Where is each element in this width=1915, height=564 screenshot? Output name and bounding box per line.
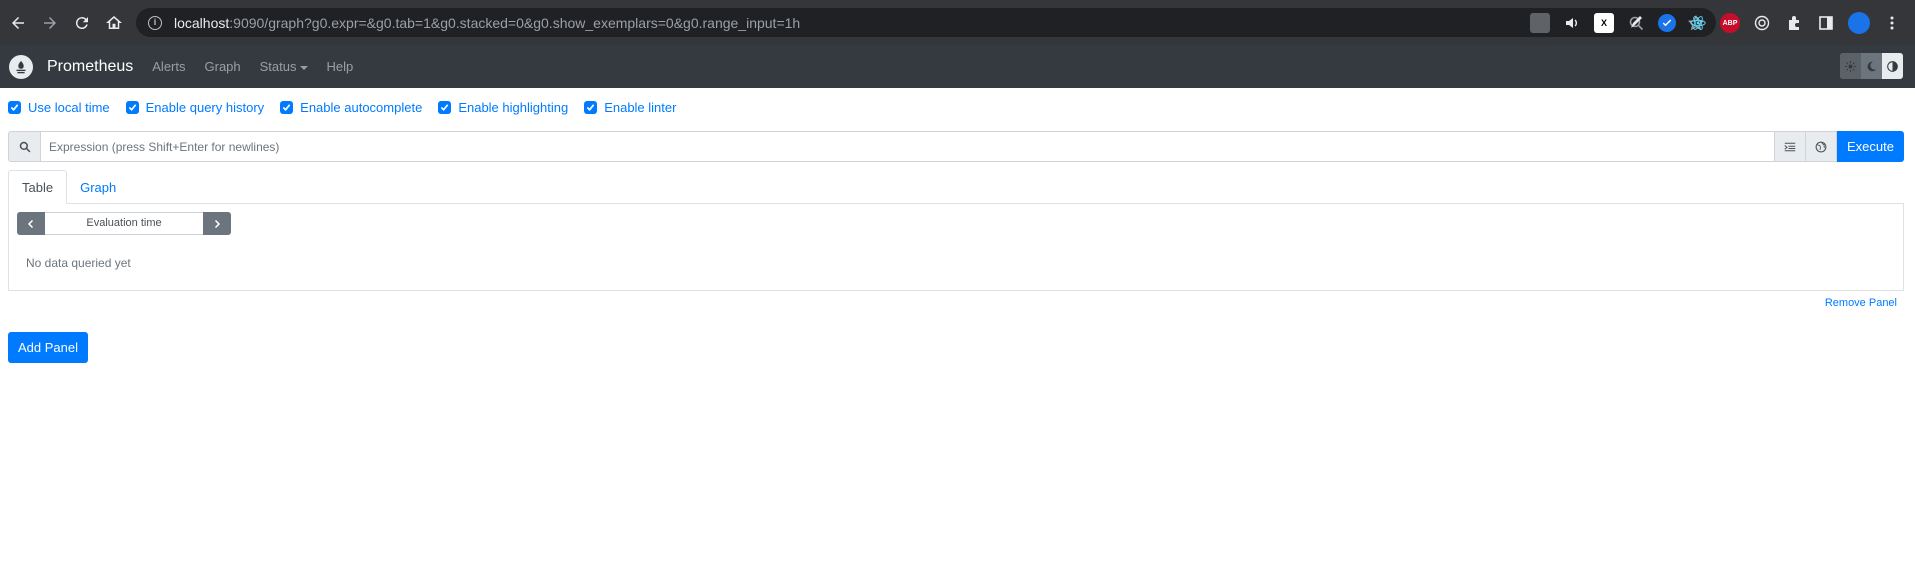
extension-x-icon[interactable]: X: [1594, 13, 1614, 33]
moon-icon[interactable]: [1861, 53, 1882, 79]
nav-help[interactable]: Help: [327, 59, 354, 74]
chevron-right-icon: [214, 219, 221, 228]
evaluation-time-input[interactable]: Evaluation time: [45, 212, 203, 235]
expression-input[interactable]: [41, 131, 1775, 162]
profile-avatar[interactable]: [1848, 12, 1870, 34]
globe-button[interactable]: [1806, 131, 1837, 162]
check-extension-icon[interactable]: [1658, 14, 1676, 32]
brand-title[interactable]: Prometheus: [47, 58, 133, 76]
kebab-menu-icon[interactable]: [1882, 13, 1902, 33]
remove-panel-link[interactable]: Remove Panel: [1825, 297, 1897, 309]
no-data-message: No data queried yet: [26, 256, 131, 270]
sun-icon[interactable]: [1840, 53, 1861, 79]
pen-icon[interactable]: [1626, 13, 1646, 33]
info-icon[interactable]: i: [148, 15, 162, 30]
arrow-right-icon: [44, 16, 56, 29]
option-label[interactable]: Enable linter: [604, 100, 676, 115]
previous-time-button[interactable]: [17, 212, 45, 235]
speaker-icon[interactable]: [1562, 13, 1582, 33]
url-text[interactable]: localhost:9090/graph?g0.expr=&g0.tab=1&g…: [174, 15, 800, 31]
browser-toolbar: i localhost:9090/graph?g0.expr=&g0.tab=1…: [0, 0, 1915, 45]
forward-button[interactable]: [36, 9, 64, 37]
option-label[interactable]: Enable autocomplete: [300, 100, 422, 115]
puzzle-icon[interactable]: [1784, 13, 1804, 33]
target-extension-icon[interactable]: [1752, 13, 1772, 33]
nav-graph[interactable]: Graph: [205, 59, 241, 74]
expression-row: Execute: [8, 131, 1904, 162]
globe-icon: [1815, 141, 1827, 152]
panel-tabs: Table Graph: [8, 170, 129, 204]
option-enable-highlighting[interactable]: Enable highlighting: [438, 100, 568, 115]
prometheus-logo-icon[interactable]: [9, 54, 33, 79]
nav-status[interactable]: Status: [260, 59, 308, 74]
chevron-left-icon: [27, 219, 34, 228]
query-options: Use local time Enable query history Enab…: [8, 100, 692, 115]
back-button[interactable]: [4, 9, 32, 37]
home-button[interactable]: [100, 9, 128, 37]
checkbox-checked[interactable]: [280, 101, 294, 114]
theme-toggle-group: [1840, 53, 1903, 79]
extension-monitor-icon[interactable]: [1530, 13, 1550, 33]
side-panel-icon[interactable]: [1816, 13, 1836, 33]
checkbox-checked[interactable]: [584, 101, 598, 114]
checkbox-checked[interactable]: [125, 101, 139, 114]
next-time-button[interactable]: [203, 212, 231, 235]
checkbox-checked[interactable]: [8, 101, 21, 114]
list-icon: [1784, 142, 1796, 151]
metrics-explorer-button[interactable]: [1775, 131, 1806, 162]
caret-down-icon: [299, 65, 308, 70]
panel-content: Evaluation time No data queried yet: [8, 203, 1904, 291]
execute-button[interactable]: Execute: [1837, 131, 1904, 162]
contrast-icon[interactable]: [1882, 53, 1903, 79]
tab-graph[interactable]: Graph: [67, 170, 129, 204]
add-panel-button[interactable]: Add Panel: [8, 332, 88, 363]
react-devtools-icon[interactable]: [1688, 13, 1708, 33]
option-label[interactable]: Use local time: [28, 100, 110, 115]
address-bar[interactable]: i localhost:9090/graph?g0.expr=&g0.tab=1…: [136, 8, 1716, 37]
option-enable-query-history[interactable]: Enable query history: [125, 100, 265, 115]
option-enable-autocomplete[interactable]: Enable autocomplete: [280, 100, 422, 115]
checkbox-checked[interactable]: [438, 101, 452, 114]
app-navbar: Prometheus Alerts Graph Status Help: [0, 45, 1915, 88]
option-use-local-time[interactable]: Use local time: [8, 100, 110, 115]
evaluation-time-control: Evaluation time: [17, 212, 231, 235]
option-label[interactable]: Enable query history: [146, 100, 265, 115]
adblock-icon[interactable]: ABP: [1720, 13, 1740, 33]
reload-icon: [75, 16, 88, 29]
url-path: :9090/graph?g0.expr=&g0.tab=1&g0.stacked…: [229, 14, 801, 31]
nav-status-label: Status: [259, 59, 297, 74]
reload-button[interactable]: [68, 9, 96, 37]
search-icon: [8, 131, 41, 162]
tab-table[interactable]: Table: [8, 170, 68, 204]
option-label[interactable]: Enable highlighting: [458, 100, 568, 115]
nav-alerts[interactable]: Alerts: [152, 59, 185, 74]
home-icon: [106, 15, 122, 29]
option-enable-linter[interactable]: Enable linter: [584, 100, 676, 115]
url-host: localhost: [174, 14, 230, 31]
arrow-left-icon: [12, 16, 24, 29]
